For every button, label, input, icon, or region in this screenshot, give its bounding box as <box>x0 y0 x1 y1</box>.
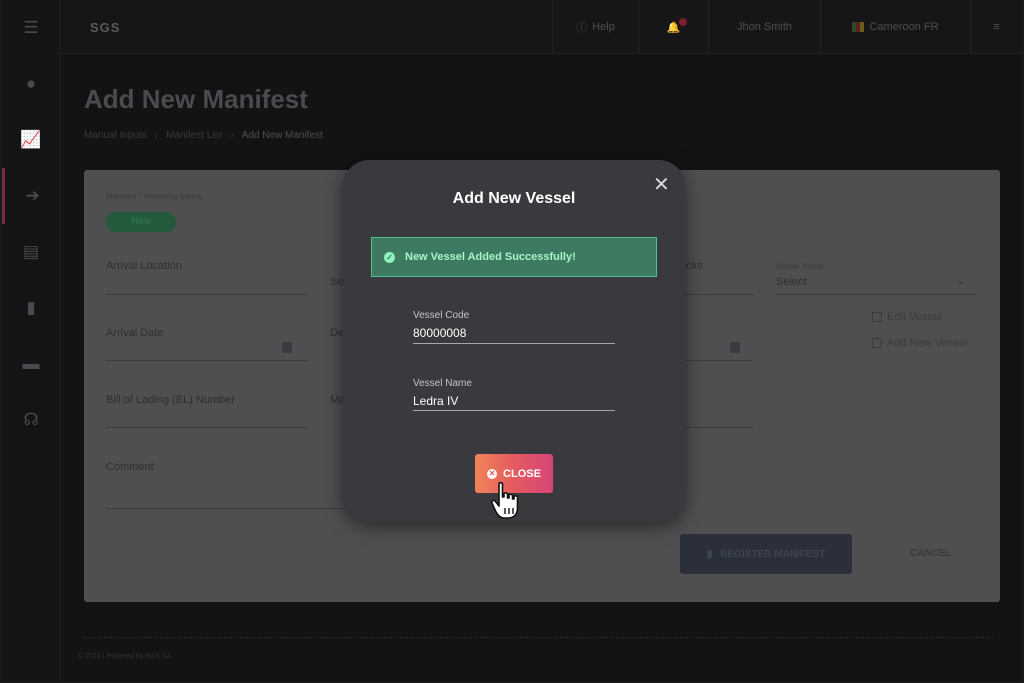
vessel-select-line <box>776 294 976 295</box>
hand-cursor-icon <box>490 481 519 519</box>
user-name: Jhon Smith <box>736 21 793 33</box>
close-icon[interactable]: ✕ <box>653 175 670 195</box>
vessel-name-label: Vessel Name <box>776 262 824 271</box>
import-icon[interactable]: ➔ <box>2 168 60 224</box>
vessel-name-underline <box>413 410 615 411</box>
date-label-partial: De <box>330 327 345 339</box>
chart-icon[interactable]: 📈 <box>2 112 60 168</box>
footer: © 2023 | Powered by SGS SA <box>78 653 172 660</box>
edit-vessel-checkbox[interactable]: Edit Vessel <box>872 311 941 323</box>
checkbox-icon <box>872 312 882 322</box>
arrival-date-field[interactable] <box>106 360 308 361</box>
cameroon-flag-icon <box>852 22 865 32</box>
card-icon[interactable]: ▬ <box>2 336 60 392</box>
vessel-code-input[interactable]: 80000008 <box>413 326 466 340</box>
footer-divider <box>84 637 994 638</box>
modal-title: Add New Vessel <box>452 190 576 207</box>
arrival-location-label[interactable]: Arrival Location <box>106 260 182 272</box>
breadcrumb-manifest-list[interactable]: Manifest List <box>166 130 222 141</box>
globe-icon[interactable]: ● <box>2 56 60 112</box>
document-icon[interactable]: ▮ <box>2 280 60 336</box>
more-icon: ≡ <box>993 21 1000 33</box>
menu-icon[interactable]: ☰ <box>2 0 60 56</box>
calendar-icon[interactable] <box>282 342 292 353</box>
vessel-code-label: Vessel Code <box>413 310 470 321</box>
register-label: REGISTER MANIFEST <box>720 548 826 560</box>
edit-vessel-label: Edit Vessel <box>887 311 942 323</box>
success-alert: ✓ New Vessel Added Successfully! <box>371 237 657 277</box>
close-button-label: CLOSE <box>503 467 541 480</box>
date-field-partial[interactable] <box>680 360 754 361</box>
close-circle-icon: ✕ <box>487 468 498 479</box>
arrival-location-field[interactable] <box>106 294 308 295</box>
help-link[interactable]: ⓘ Help <box>552 0 638 54</box>
breadcrumb: Manual Inputs › Manifest List › Add New … <box>84 130 323 141</box>
arrival-date-label: Arrival Date <box>106 327 164 339</box>
vessel-name-label: Vessel Name <box>413 378 472 389</box>
help-label: Help <box>592 21 615 33</box>
bl-number-label: Bill of Lading (BL) Number <box>106 394 236 406</box>
logo: SGS <box>90 20 121 35</box>
ma-field-partial[interactable] <box>680 427 754 428</box>
help-icon: ⓘ <box>576 22 588 34</box>
checkbox-icon <box>872 338 882 348</box>
save-icon: ▮ <box>706 548 713 560</box>
location-label: Cameroon FR <box>869 21 939 33</box>
chevron-down-icon[interactable]: ⌄ <box>956 274 965 287</box>
breadcrumb-current: Add New Manifest <box>241 130 323 141</box>
check-circle-icon: ✓ <box>384 251 395 263</box>
vessel-name-input[interactable]: Ledra IV <box>413 394 458 408</box>
topbar: SGS ⓘ Help 🔔 Jhon Smith Cameroon FR ≡ <box>60 0 1022 54</box>
breadcrumb-chevron-icon: › <box>154 130 159 141</box>
comment-label: Comment <box>106 461 154 473</box>
comment-field[interactable] <box>106 508 346 509</box>
location-selector[interactable]: Cameroon FR <box>820 0 970 54</box>
more-menu[interactable]: ≡ <box>970 0 1022 54</box>
cancel-button[interactable]: CANCEL <box>910 548 952 559</box>
add-vessel-modal: Add New Vessel ✕ ✓ New Vessel Added Succ… <box>343 160 685 522</box>
add-new-vessel-checkbox[interactable]: Add New Vessel <box>872 337 967 349</box>
notifications-button[interactable]: 🔔 <box>638 0 708 54</box>
page-title: Add New Manifest <box>84 84 308 114</box>
vessel-code-underline <box>413 343 615 344</box>
breadcrumb-chevron-icon: › <box>230 130 234 141</box>
select-field-partial[interactable]: Se <box>330 276 343 288</box>
vessel-select[interactable]: Select <box>776 276 807 288</box>
support-icon[interactable]: ☊ <box>2 392 60 448</box>
breadcrumb-manual-inputs[interactable]: Manual Inputs <box>84 130 147 141</box>
bl-number-field[interactable] <box>106 427 308 428</box>
status-badge: New <box>106 212 176 232</box>
status-label: Manifest / Vesseling Status <box>106 192 203 201</box>
register-manifest-button[interactable]: ▮ REGISTER MANIFEST <box>680 534 852 574</box>
calendar-icon[interactable] <box>730 342 740 353</box>
user-menu[interactable]: Jhon Smith <box>708 0 820 54</box>
packs-field[interactable] <box>680 294 754 295</box>
notification-badge <box>679 18 687 26</box>
inbox-icon[interactable]: ▤ <box>2 224 60 280</box>
add-new-vessel-label: Add New Vessel <box>887 337 968 349</box>
sidebar: ☰ ● 📈 ➔ ▤ ▮ ▬ ☊ <box>2 0 60 681</box>
app-frame: ☰ ● 📈 ➔ ▤ ▮ ▬ ☊ SGS ⓘ Help 🔔 Jhon Smith … <box>2 0 1022 681</box>
alert-message: New Vessel Added Successfully! <box>405 251 576 263</box>
